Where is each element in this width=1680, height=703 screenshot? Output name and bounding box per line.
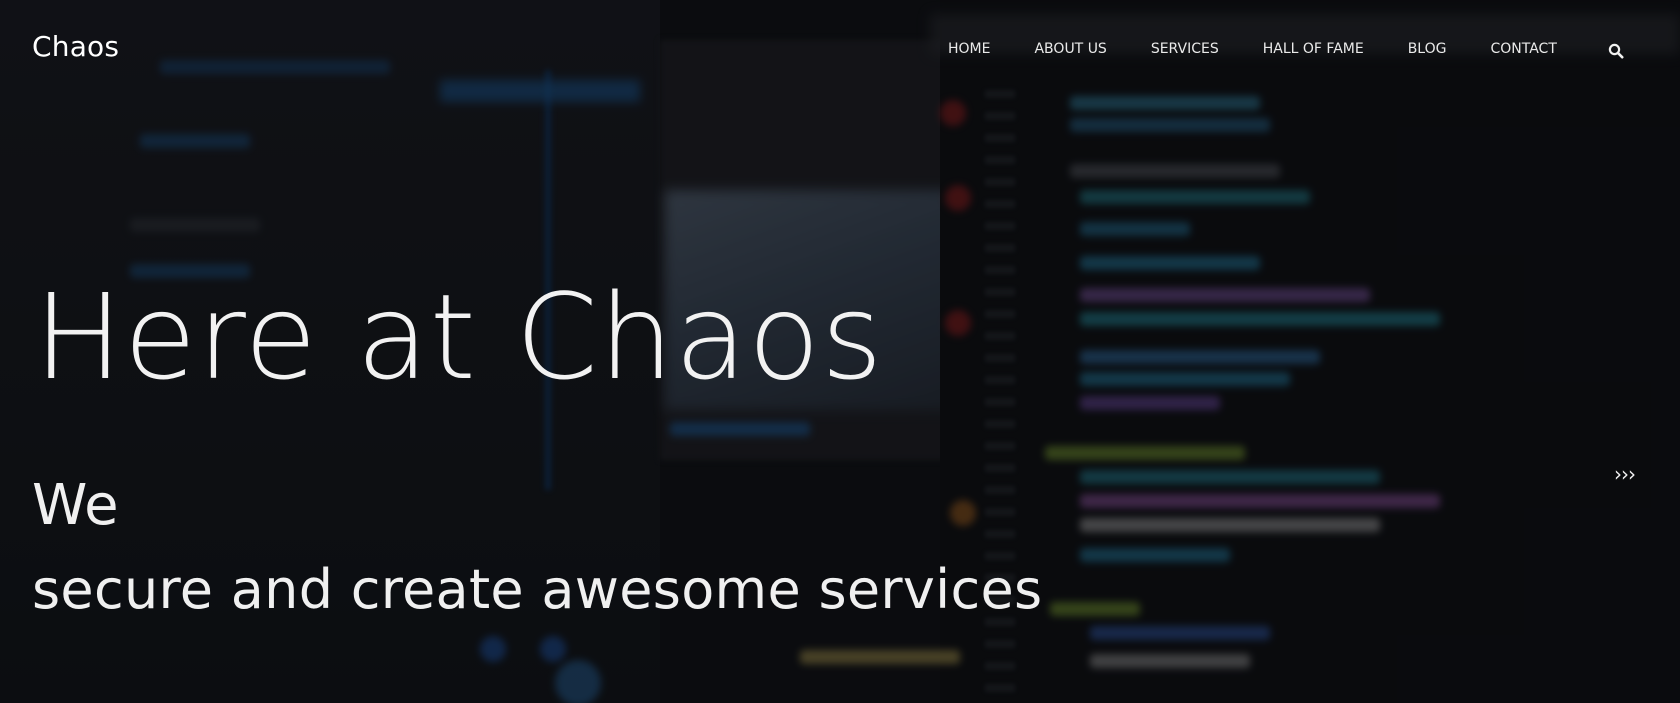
nav-hall-of-fame[interactable]: HALL OF FAME <box>1263 41 1364 57</box>
main-nav: HOME ABOUT US SERVICES HALL OF FAME BLOG… <box>948 41 1557 57</box>
search-icon <box>1608 43 1624 59</box>
next-slide-arrow[interactable]: ››› <box>1614 462 1636 486</box>
nav-about-us[interactable]: ABOUT US <box>1034 41 1106 57</box>
hero-title: Here at Chaos <box>34 268 884 406</box>
nav-services[interactable]: SERVICES <box>1151 41 1219 57</box>
nav-blog[interactable]: BLOG <box>1408 41 1447 57</box>
search-button[interactable] <box>1608 43 1626 61</box>
site-logo[interactable]: Chaos <box>32 30 119 63</box>
hero-tagline: secure and create awesome services <box>32 558 1043 621</box>
nav-contact[interactable]: CONTACT <box>1490 41 1556 57</box>
hero-line-we: We <box>32 473 119 538</box>
nav-home[interactable]: HOME <box>948 41 990 57</box>
